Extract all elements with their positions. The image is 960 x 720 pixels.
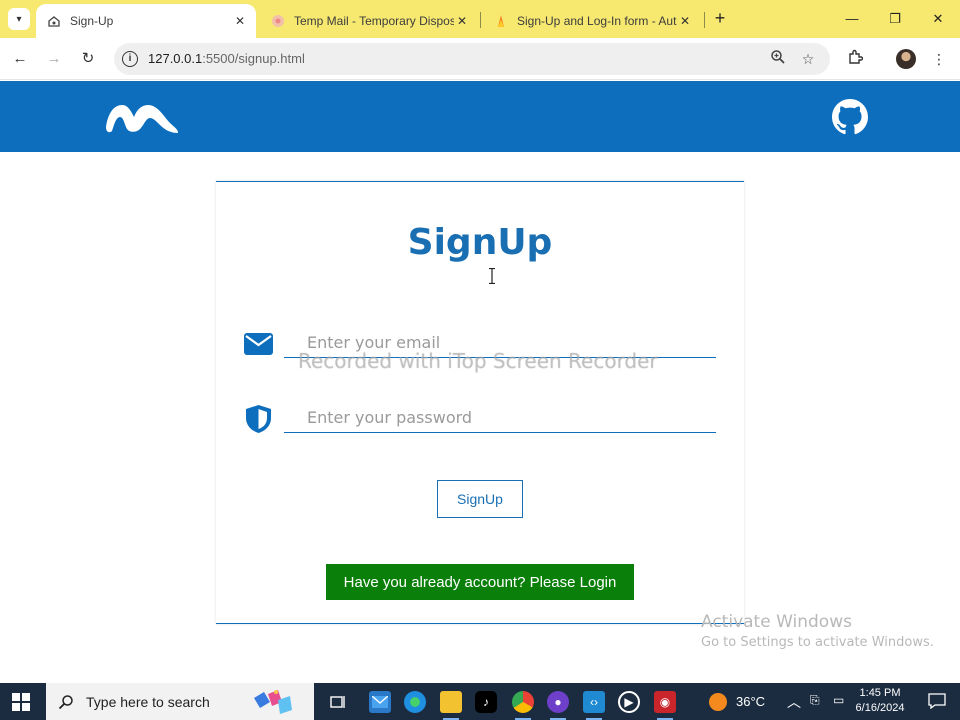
tab-signup-login[interactable]: Sign-Up and Log-In form - Aut ✕ (483, 4, 701, 38)
zoom-icon[interactable] (768, 49, 788, 69)
address-bar[interactable]: i 127.0.0.1:5500/signup.html ☆ (114, 43, 830, 75)
chevron-down-icon: ▾ (16, 13, 22, 25)
github-icon[interactable] (832, 99, 868, 135)
edge-icon[interactable] (404, 691, 426, 713)
tab-title: Temp Mail - Temporary Dispos (294, 14, 454, 28)
taskbar: Type here to search ♪ ● ‹› ▶ ◉ 36°C ︿ ⎘ … (0, 683, 960, 720)
network-icon[interactable]: ▭ (833, 693, 844, 707)
windows-icon[interactable] (12, 693, 30, 711)
recorder-watermark: Recorded with iTop Screen Recorder (298, 349, 658, 373)
password-input[interactable] (284, 403, 716, 433)
reload-icon[interactable]: ↻ (77, 48, 99, 70)
tab-search-button[interactable]: ▾ (8, 8, 30, 30)
info-icon[interactable]: i (122, 51, 138, 67)
search-highlight-icon (254, 690, 292, 714)
taskbar-search-text: Type here to search (86, 693, 210, 710)
restore-icon[interactable]: ❐ (880, 8, 910, 30)
shield-icon (246, 405, 271, 433)
clock-time: 1:45 PM (859, 687, 901, 699)
close-icon[interactable]: ✕ (232, 13, 248, 29)
notifications-icon[interactable] (928, 693, 946, 709)
tab-signup[interactable]: Sign-Up ✕ (36, 4, 256, 38)
tab-title: Sign-Up and Log-In form - Aut (517, 14, 677, 28)
star-icon[interactable]: ☆ (798, 49, 818, 69)
tab-separator (704, 12, 705, 28)
mail-favicon-icon (270, 13, 286, 29)
chrome-icon[interactable] (512, 691, 534, 720)
url-path: :5500/signup.html (202, 51, 305, 66)
tab-title: Sign-Up (70, 14, 114, 28)
file-explorer-icon[interactable] (440, 691, 462, 720)
meet-now-icon[interactable]: ⎘ (810, 693, 820, 708)
tab-temp-mail[interactable]: Temp Mail - Temporary Dispos ✕ (260, 4, 478, 38)
globe-icon (46, 13, 62, 29)
avatar[interactable] (896, 49, 916, 69)
search-icon (58, 694, 73, 709)
close-icon[interactable]: ✕ (454, 13, 470, 29)
logo-icon[interactable] (104, 101, 180, 135)
tab-separator (480, 12, 481, 28)
mail-icon[interactable] (369, 691, 391, 713)
temperature: 36°C (736, 694, 766, 709)
login-button[interactable]: Have you already account? Please Login (326, 564, 634, 600)
signup-button[interactable]: SignUp (437, 480, 523, 518)
github-desktop-icon[interactable]: ● (547, 691, 569, 720)
clock[interactable]: 1:45 PM 6/16/2024 (852, 686, 908, 716)
minimize-icon[interactable]: — (837, 8, 867, 30)
screen-recorder-icon[interactable]: ◉ (654, 691, 676, 720)
text-cursor-icon (489, 268, 495, 284)
close-icon[interactable]: ✕ (677, 13, 693, 29)
envelope-icon (244, 333, 273, 355)
activate-subtitle: Go to Settings to activate Windows. (701, 635, 934, 650)
clock-date: 6/16/2024 (855, 702, 905, 714)
chevron-up-icon[interactable]: ︿ (787, 692, 801, 712)
extensions-icon[interactable] (845, 49, 865, 69)
taskbar-search[interactable]: Type here to search (46, 683, 314, 720)
address-url[interactable]: 127.0.0.1:5500/signup.html (148, 51, 305, 66)
media-player-icon[interactable]: ▶ (618, 691, 640, 713)
activate-title: Activate Windows (701, 612, 852, 632)
vscode-icon[interactable]: ‹› (583, 691, 605, 720)
firebase-icon (493, 13, 509, 29)
activate-windows-notice: Activate Windows Go to Settings to activ… (701, 612, 934, 650)
browser-toolbar: ← → ↻ i 127.0.0.1:5500/signup.html ☆ ⋮ (0, 38, 960, 80)
tiktok-icon[interactable]: ♪ (475, 691, 497, 713)
task-view-icon[interactable] (327, 691, 349, 713)
plus-icon[interactable]: + (710, 9, 730, 29)
more-icon[interactable]: ⋮ (929, 49, 949, 69)
back-icon[interactable]: ← (9, 48, 31, 70)
weather-sun-icon (709, 693, 727, 711)
page-title: SignUp (407, 222, 553, 263)
forward-icon[interactable]: → (43, 48, 65, 70)
close-window-icon[interactable]: ✕ (923, 8, 953, 30)
url-host: 127.0.0.1 (148, 51, 203, 66)
